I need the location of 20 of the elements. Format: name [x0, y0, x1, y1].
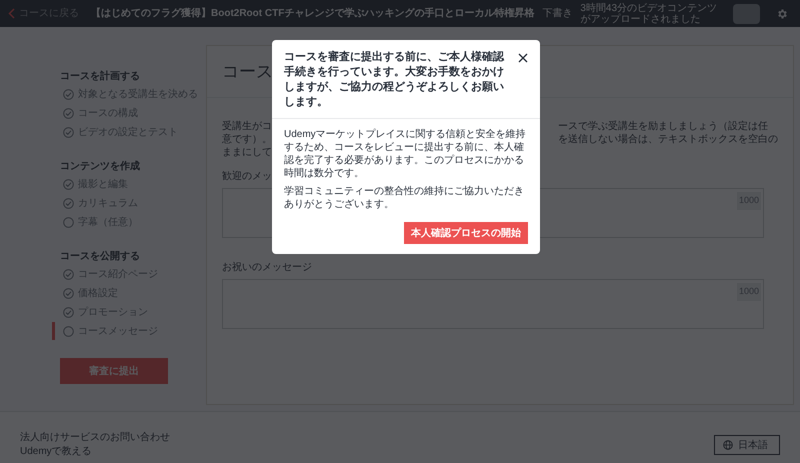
- section-heading: コースを計画する: [59, 70, 141, 84]
- course-title: 【はじめてのフラグ獲得】Boot2Root CTFチャレンジで学ぶハッキングの手口とローカル特権昇格: [91, 6, 534, 21]
- dialog-title: コースを審査に提出する前に、ご本人様確認手続きを行っています。大変お手数をおかけしますが、ご協力の程どうぞよろしくお願いします。: [284, 50, 506, 110]
- description-text: 受講生がコ: [222, 120, 272, 133]
- field-label: 歓迎のメッ: [222, 170, 272, 184]
- field-label: お祝いのメッセージ: [222, 260, 312, 275]
- section-heading: コンテンツを作成: [59, 160, 141, 174]
- footer-link[interactable]: 法人向けサービスのお問い合わせ: [20, 431, 170, 445]
- upload-status: 3時間43分のビデオコンテンツがアップロードされました: [580, 2, 718, 24]
- dialog-text: 学習コミュニティーの整合性の維持にご協力いただきありがとうございます。: [284, 185, 525, 211]
- description-text: を送信しない場合は、テキストボックスを空白の: [558, 133, 778, 146]
- start-verification-button[interactable]: 本人確認プロセスの開始: [404, 222, 528, 244]
- status-text: 下書き: [542, 6, 572, 21]
- panel-title: コース: [222, 60, 273, 83]
- section-heading: コースを公開する: [59, 250, 141, 264]
- description-text: ままにして: [222, 146, 272, 159]
- dialog-text: Udemyマーケットプレイスに関する信頼と安全を維持するため、コースをレビューに提出する前に、本人確認を完了する必要があります。このプロセスにかかる時間は数分です。: [284, 128, 527, 180]
- description-text: 意です）。: [222, 133, 272, 146]
- description-text: ースで学ぶ受講生を励ましましょう（設定は任: [558, 120, 769, 133]
- close-icon[interactable]: [518, 53, 528, 63]
